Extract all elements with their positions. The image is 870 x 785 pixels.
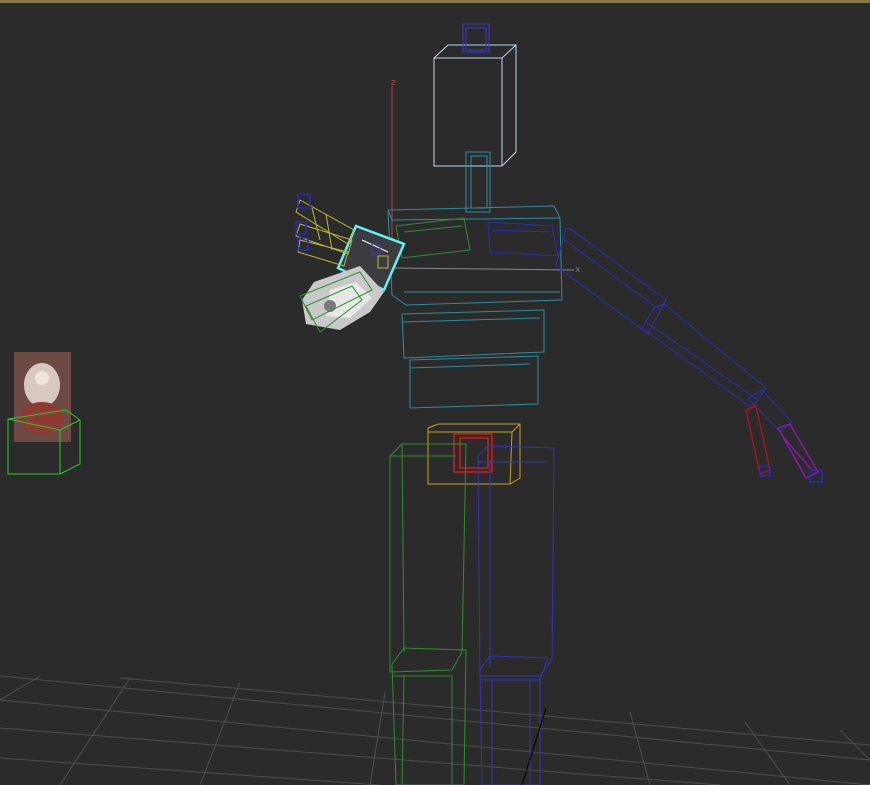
foot-link-line: [521, 707, 547, 785]
transform-gizmo[interactable]: z x: [391, 78, 581, 275]
3d-viewport[interactable]: z x: [0, 0, 870, 785]
bone-pelvis[interactable]: [427, 423, 521, 485]
bone-spine-mid[interactable]: [401, 309, 545, 359]
bone-spine-lower[interactable]: [409, 355, 539, 409]
bone-pelvis-inner[interactable]: [453, 433, 493, 473]
sprite-texture-detail: [35, 371, 49, 385]
x-axis-line: [391, 267, 575, 271]
finger-tips-right: [295, 193, 311, 251]
bone-calf-left[interactable]: [479, 655, 549, 785]
floor-grid: [0, 675, 870, 785]
bone-finger-left-red[interactable]: [745, 404, 771, 477]
bone-spine-upper[interactable]: [387, 205, 563, 306]
z-axis-label: z: [391, 78, 396, 88]
viewport-scene[interactable]: z x: [0, 0, 870, 785]
bone-finger-left-purple[interactable]: [776, 423, 823, 483]
helper-sprite-object[interactable]: [7, 352, 81, 475]
bone-head[interactable]: [433, 44, 517, 167]
bone-clavicle-left[interactable]: [487, 221, 559, 257]
bone-upperarm-left[interactable]: [555, 227, 667, 335]
gauntlet-detail: [324, 300, 336, 312]
x-axis-label: x: [575, 265, 581, 275]
bone-neck[interactable]: [465, 151, 491, 213]
bone-forearm-left[interactable]: [641, 303, 767, 409]
bone-clavicle-right[interactable]: [395, 217, 471, 259]
head-nub[interactable]: [462, 23, 490, 53]
